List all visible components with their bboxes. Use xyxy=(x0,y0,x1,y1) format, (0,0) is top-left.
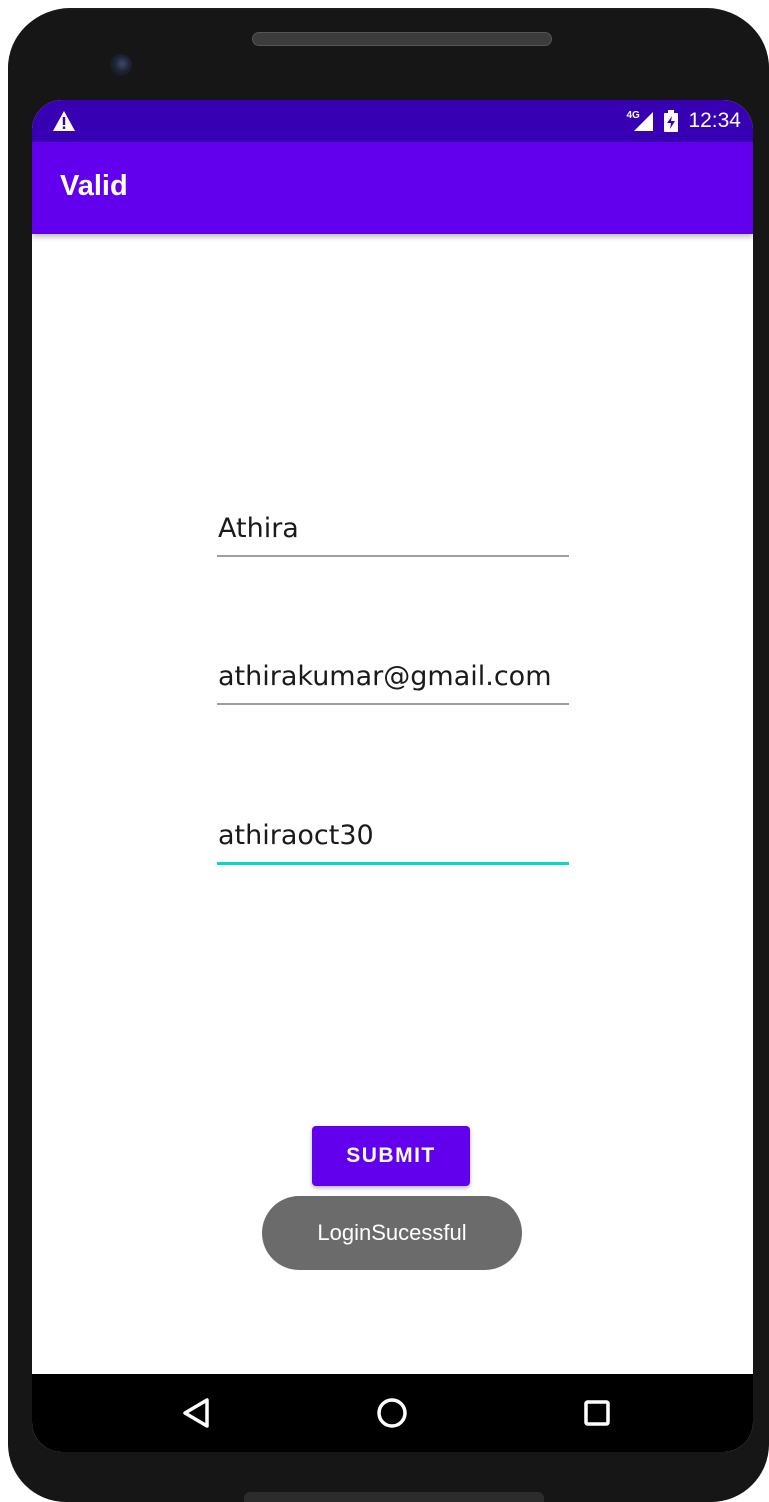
device-bottom-edge xyxy=(244,1492,544,1502)
battery-icon xyxy=(664,110,679,132)
app-bar: Valid xyxy=(32,142,753,234)
submit-button[interactable]: SUBMIT xyxy=(312,1126,470,1186)
password-input[interactable] xyxy=(217,815,569,863)
password-input-underline xyxy=(217,862,569,865)
email-input[interactable] xyxy=(217,656,569,704)
phone-screen: 4G 12:34 Valid SUBMIT LoginSucessful xyxy=(32,100,753,1452)
status-icons: 4G 12:34 xyxy=(626,100,741,142)
warning-icon xyxy=(53,111,75,131)
speaker-grille xyxy=(252,32,552,46)
home-button[interactable] xyxy=(369,1390,415,1436)
status-time: 12:34 xyxy=(688,109,741,132)
navigation-bar xyxy=(32,1374,753,1452)
name-input-underline xyxy=(217,555,569,557)
app-title: Valid xyxy=(60,170,128,202)
toast-message: LoginSucessful xyxy=(262,1196,522,1270)
network-type-label: 4G xyxy=(626,110,640,121)
status-bar: 4G 12:34 xyxy=(32,100,753,142)
home-icon xyxy=(377,1398,407,1428)
recents-icon xyxy=(584,1400,610,1426)
camera-icon xyxy=(110,54,132,76)
back-button[interactable] xyxy=(173,1390,219,1436)
signal-icon: 4G xyxy=(626,110,654,132)
back-icon xyxy=(183,1398,209,1428)
email-input-underline xyxy=(217,703,569,705)
toast-text: LoginSucessful xyxy=(317,1220,467,1245)
name-input[interactable] xyxy=(217,508,569,556)
recents-button[interactable] xyxy=(574,1390,620,1436)
